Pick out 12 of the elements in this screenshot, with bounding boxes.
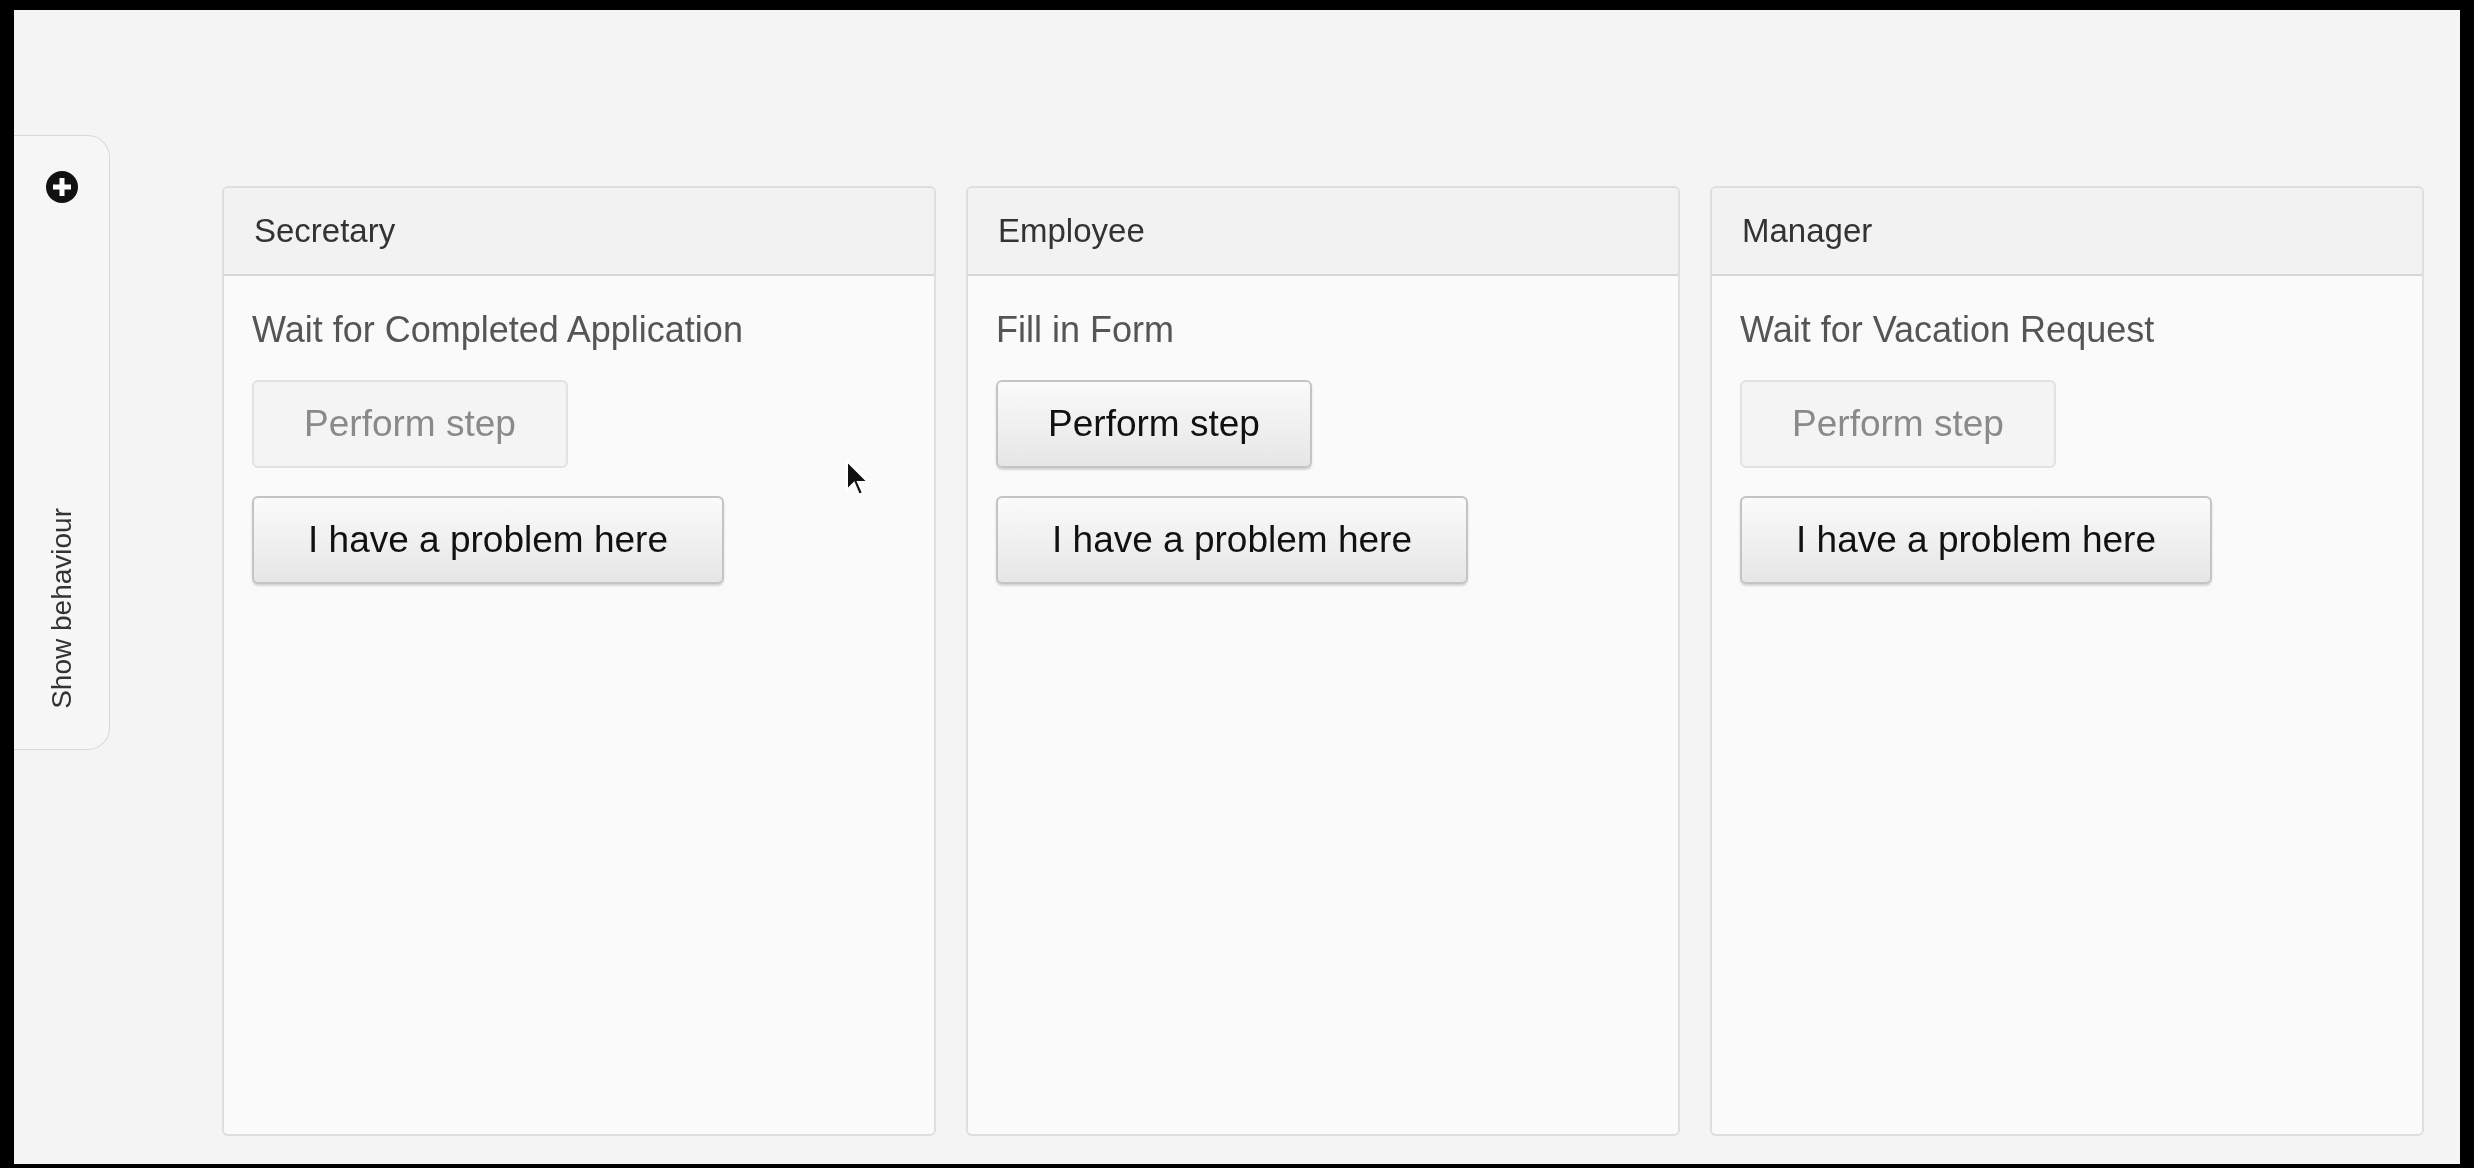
lane-title: Manager [1742, 211, 1873, 252]
perform-step-button[interactable]: Perform step [996, 380, 1312, 468]
problem-button[interactable]: I have a problem here [252, 496, 724, 584]
problem-button[interactable]: I have a problem here [996, 496, 1468, 584]
task-name: Fill in Form [996, 308, 1174, 352]
task-name: Wait for Vacation Request [1740, 308, 2155, 352]
plus-icon[interactable] [45, 171, 78, 203]
lane-title: Employee [998, 211, 1145, 252]
show-behaviour-tab[interactable]: Show behaviour [40, 508, 83, 709]
lane-title: Secretary [254, 211, 396, 252]
task-name: Wait for Completed Application [252, 308, 743, 352]
problem-button[interactable]: I have a problem here [1740, 496, 2212, 584]
